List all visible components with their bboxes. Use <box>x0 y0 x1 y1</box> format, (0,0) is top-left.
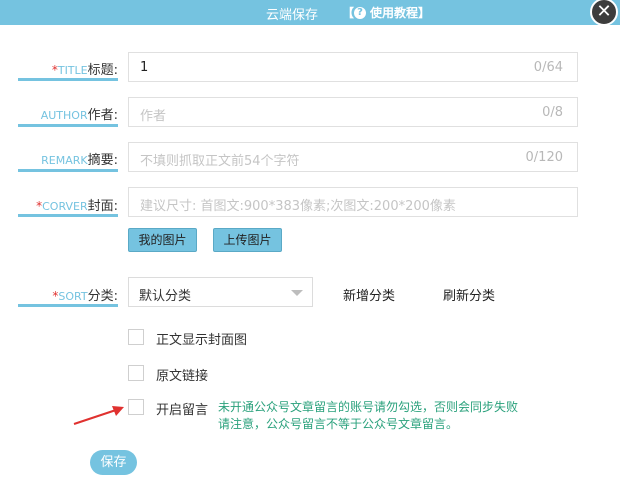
author-input[interactable]: 作者 0/8 <box>128 97 578 127</box>
sort-label-cn: 分类: <box>87 289 118 304</box>
title-input[interactable]: 1 0/64 <box>128 52 578 82</box>
category-selected-value: 默认分类 <box>139 289 192 304</box>
original-link-label: 原文链接 <box>156 369 209 384</box>
title-label: *TITLE标题: <box>18 63 118 81</box>
show-cover-checkbox[interactable] <box>128 329 144 345</box>
title-input-value: 1 <box>140 60 149 75</box>
cover-label: *CORVER封面: <box>18 199 118 217</box>
author-placeholder: 作者 <box>140 109 167 124</box>
red-arrow-icon <box>73 406 124 425</box>
chevron-down-icon <box>291 290 303 296</box>
author-label-cn: 作者: <box>87 108 118 123</box>
title-bar: 云端保存 【 ? 使用教程 】 <box>0 0 620 25</box>
remark-label-en: REMARK <box>41 154 88 167</box>
show-cover-label: 正文显示封面图 <box>156 333 248 348</box>
cover-label-en: CORVER <box>42 200 88 213</box>
title-label-en: TITLE <box>57 64 88 77</box>
remark-char-counter: 0/120 <box>525 150 563 165</box>
sort-label: *SORT分类: <box>18 289 118 307</box>
enable-comments-checkbox[interactable] <box>128 399 144 415</box>
help-bracket-open: 【 <box>342 6 355 20</box>
upload-image-button[interactable]: 上传图片 <box>213 228 282 252</box>
remark-input[interactable]: 不填则抓取正文前54个字符 0/120 <box>128 142 578 172</box>
category-select[interactable]: 默认分类 <box>128 277 313 307</box>
title-char-counter: 0/64 <box>533 60 563 75</box>
cover-input[interactable]: 建议尺寸: 首图文:900*383像素;次图文:200*200像素 <box>128 187 578 217</box>
author-label: AUTHOR作者: <box>18 109 118 127</box>
close-icon: ✕ <box>596 1 612 22</box>
refresh-category-button[interactable]: 刷新分类 <box>443 285 495 304</box>
add-category-button[interactable]: 新增分类 <box>343 285 395 304</box>
dialog-title: 云端保存 <box>266 8 319 23</box>
original-link-checkbox[interactable] <box>128 365 144 381</box>
remark-label-cn: 摘要: <box>87 153 118 168</box>
help-label: 使用教程 <box>370 6 419 20</box>
save-button[interactable]: 保存 <box>90 450 137 475</box>
question-icon: ? <box>354 6 367 19</box>
remark-placeholder: 不填则抓取正文前54个字符 <box>140 154 300 169</box>
author-label-en: AUTHOR <box>40 109 88 122</box>
author-char-counter: 0/8 <box>542 105 563 120</box>
cover-placeholder: 建议尺寸: 首图文:900*383像素;次图文:200*200像素 <box>140 199 456 214</box>
help-link[interactable]: 【 ? 使用教程 】 <box>342 4 430 21</box>
remark-label: REMARK摘要: <box>18 154 118 172</box>
help-bracket-close: 】 <box>418 6 431 20</box>
enable-comments-label: 开启留言 <box>156 403 209 418</box>
comment-warning-line-2: 请注意，公众号留言不等于公众号文章留言。 <box>218 417 459 431</box>
title-label-cn: 标题: <box>87 63 118 78</box>
my-images-button[interactable]: 我的图片 <box>128 228 197 252</box>
sort-label-en: SORT <box>58 290 88 303</box>
cover-label-cn: 封面: <box>87 199 118 214</box>
